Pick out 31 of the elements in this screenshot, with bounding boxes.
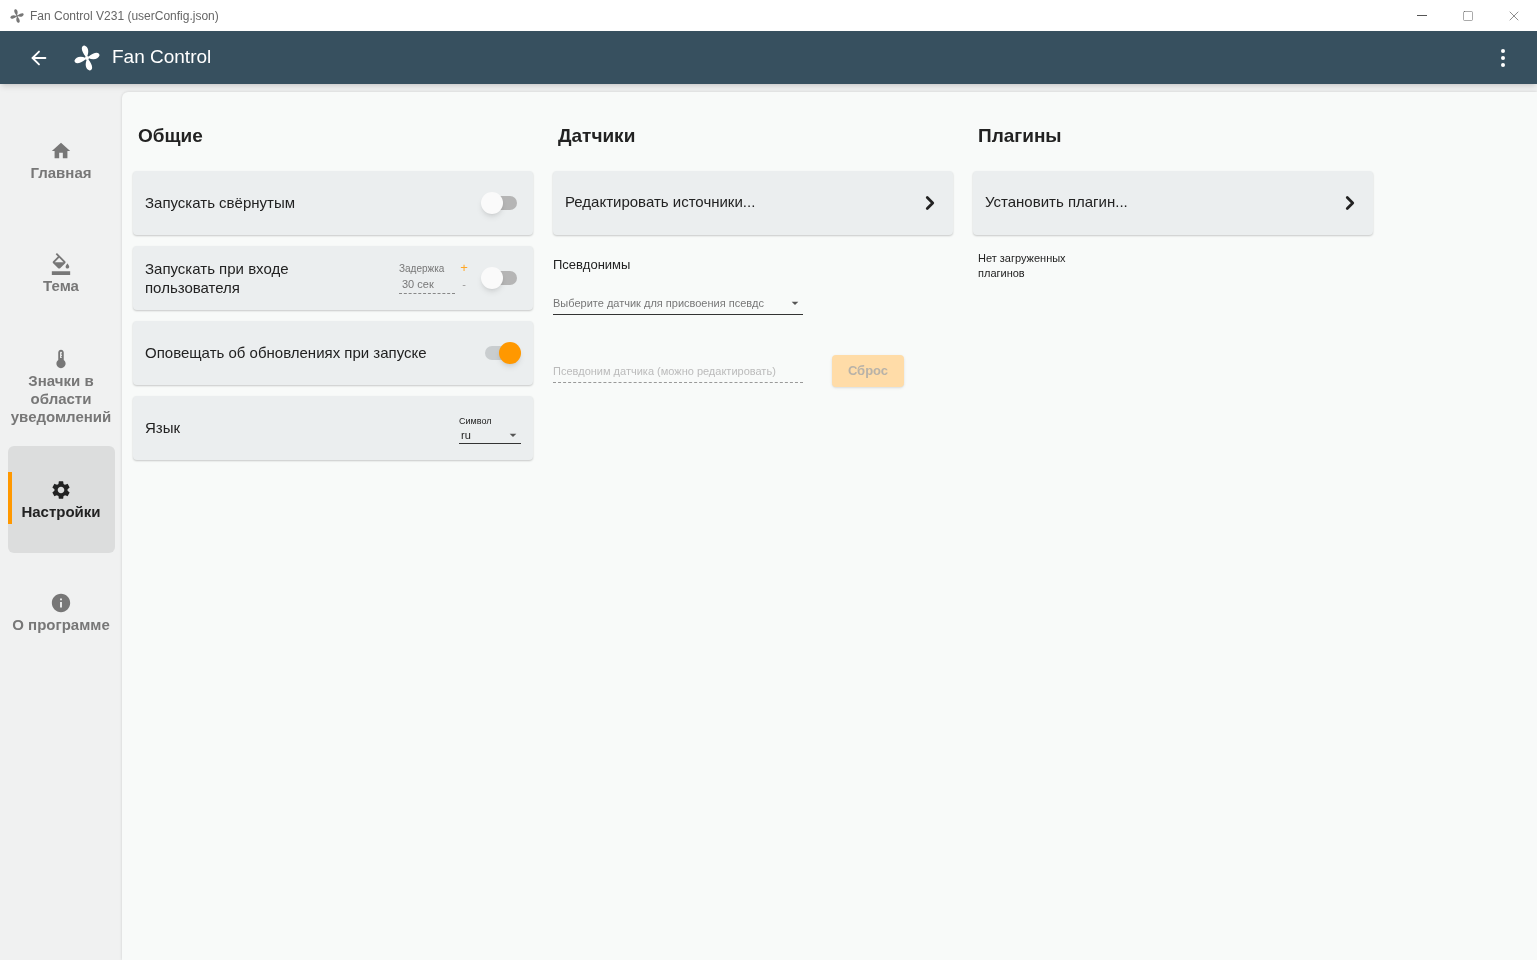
nav-item[interactable]: Главная <box>7 107 115 214</box>
nav-item[interactable]: О программе <box>7 559 115 666</box>
language-select[interactable]: Символ ru <box>459 415 521 444</box>
menu-icon <box>1501 48 1505 67</box>
setting-label: Язык <box>145 418 182 437</box>
alias-input-field[interactable]: Псевдоним датчика (можно редактировать) <box>553 359 803 383</box>
setting-label: Запускать при входе пользователя <box>145 258 290 297</box>
delay-label: Задержка <box>399 261 446 276</box>
decrease-button[interactable]: - <box>462 275 466 292</box>
sensor-select[interactable]: Выберите датчик для присвоения псевдс <box>553 292 803 315</box>
delay-field[interactable]: 30 сек <box>399 275 455 294</box>
nav-item[interactable]: Настройки <box>7 446 115 553</box>
fan-icon <box>9 7 25 24</box>
setting-label: Запускать свёрнутым <box>145 193 296 212</box>
no-plugins-text: Нет загруженных плагинов <box>978 250 1067 281</box>
maximize-icon <box>1462 9 1474 22</box>
edit-sources-button[interactable]: Редактировать источники... <box>553 170 953 235</box>
nav-icon <box>50 591 72 614</box>
minimize-icon <box>1417 15 1427 16</box>
section-heading: Датчики <box>557 124 637 148</box>
setting-label: Оповещать об обновлениях при запуске <box>145 343 428 362</box>
section-heading: Общие <box>137 124 204 148</box>
aliases-label: Псевдонимы <box>553 255 632 274</box>
nav-icon <box>50 252 72 275</box>
section-heading: Плагины <box>977 124 1063 148</box>
app-title: Fan Control <box>112 45 212 70</box>
install-plugin-button[interactable]: Установить плагин... <box>973 170 1373 235</box>
nav-icon <box>50 478 72 501</box>
window-title: Fan Control V231 (userConfig.json) <box>30 7 219 25</box>
nav-item[interactable]: Тема <box>7 220 115 327</box>
nav-item[interactable]: Значки в области уведомлений <box>7 333 115 440</box>
